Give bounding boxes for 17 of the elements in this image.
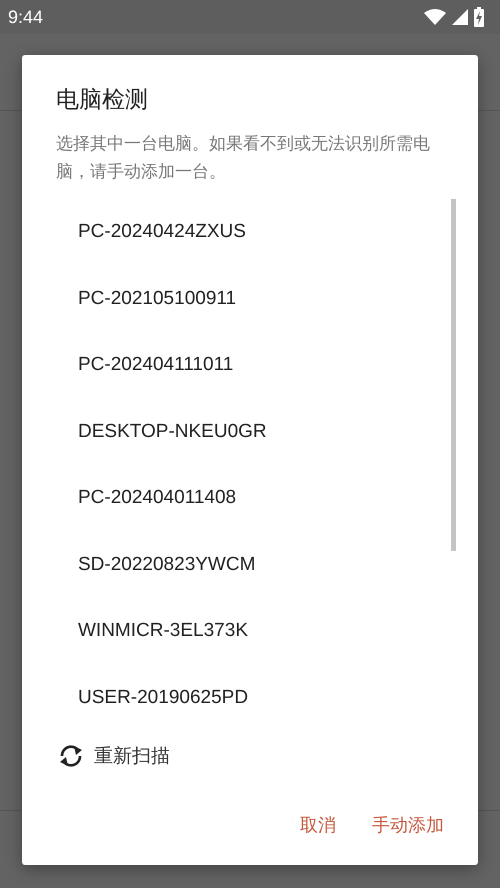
computer-item[interactable]: DESKTOP-NKEU0GR [22,398,478,465]
dialog-message: 选择其中一台电脑。如果看不到或无法识别所需电脑，请手动添加一台。 [55,133,431,184]
clock: 9:44 [8,6,44,28]
dialog-button[interactable]: 手动添加 [368,805,448,845]
computer-item[interactable]: PC-202105100911 [22,266,478,332]
computer-item[interactable]: SD-20220823YWCM [22,532,478,598]
rescan-button[interactable]: 重新扫描 [56,739,170,773]
battery-charging-icon [474,7,484,27]
computer-item[interactable]: PC-20240424ZXUS [22,199,478,266]
signal-icon [452,9,468,25]
dialog-title: 电脑检测 [55,86,149,115]
computer-item[interactable]: WINMICR-3EL373K [22,598,478,664]
dialog-button[interactable]: 取消 [296,805,340,845]
wifi-icon [424,9,446,25]
computer-item[interactable]: USER-20190625PD [22,664,478,731]
computer-item[interactable]: PC-202404011408 [22,465,478,532]
computer-item[interactable]: PC-202404111011 [22,332,478,398]
